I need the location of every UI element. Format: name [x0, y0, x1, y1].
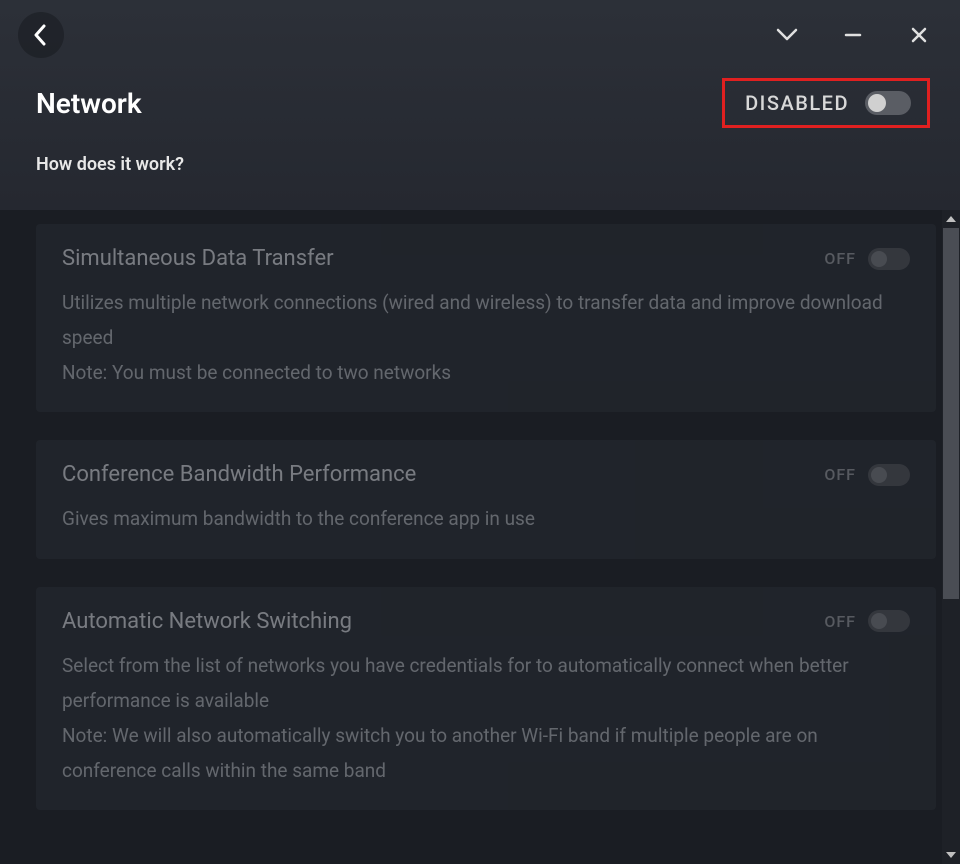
help-link[interactable]: How does it work?: [0, 136, 960, 193]
card-description: Select from the list of networks you hav…: [62, 648, 910, 789]
close-icon: [910, 26, 928, 44]
master-toggle-highlight: DISABLED: [722, 78, 930, 128]
triangle-down-icon: [946, 852, 956, 858]
scroll-track[interactable]: [942, 228, 960, 846]
toggle-automatic-network-switching[interactable]: [868, 610, 910, 632]
topbar: [0, 0, 960, 70]
card-description: Utilizes multiple network connections (w…: [62, 285, 910, 390]
minimize-button[interactable]: [842, 24, 864, 46]
title-row: Network DISABLED: [0, 70, 960, 136]
card-title: Simultaneous Data Transfer: [62, 246, 334, 271]
card-simultaneous-data-transfer: Simultaneous Data Transfer OFF Utilizes …: [36, 224, 936, 412]
card-automatic-network-switching: Automatic Network Switching OFF Select f…: [36, 587, 936, 811]
master-toggle-label: DISABLED: [745, 91, 849, 115]
toggle-knob: [871, 613, 887, 629]
triangle-up-icon: [946, 216, 956, 222]
chevron-left-icon: [32, 24, 50, 46]
master-toggle[interactable]: [865, 91, 911, 115]
toggle-knob: [868, 94, 886, 112]
card-conference-bandwidth: Conference Bandwidth Performance OFF Giv…: [36, 440, 936, 558]
toggle-conference-bandwidth[interactable]: [868, 464, 910, 486]
toggle-wrap: OFF: [824, 248, 910, 270]
scroll-down-button[interactable]: [942, 846, 960, 864]
card-header: Automatic Network Switching OFF: [62, 609, 910, 634]
card-header: Conference Bandwidth Performance OFF: [62, 462, 910, 487]
toggle-knob: [871, 251, 887, 267]
toggle-wrap: OFF: [824, 610, 910, 632]
card-title: Automatic Network Switching: [62, 609, 352, 634]
window-controls: [776, 24, 930, 46]
content-region: Simultaneous Data Transfer OFF Utilizes …: [0, 210, 960, 864]
card-header: Simultaneous Data Transfer OFF: [62, 246, 910, 271]
card-title: Conference Bandwidth Performance: [62, 462, 416, 487]
chevron-down-icon: [776, 28, 798, 42]
toggle-knob: [871, 467, 887, 483]
toggle-wrap: OFF: [824, 464, 910, 486]
back-button[interactable]: [18, 12, 64, 58]
dropdown-button[interactable]: [776, 24, 798, 46]
toggle-label: OFF: [824, 612, 856, 631]
scroll-thumb[interactable]: [943, 228, 959, 599]
toggle-label: OFF: [824, 465, 856, 484]
page-title: Network: [36, 87, 142, 120]
toggle-label: OFF: [824, 249, 856, 268]
vertical-scrollbar[interactable]: [942, 210, 960, 864]
header-region: Network DISABLED How does it work?: [0, 0, 960, 210]
scroll-up-button[interactable]: [942, 210, 960, 228]
card-description: Gives maximum bandwidth to the conferenc…: [62, 501, 910, 536]
minimize-icon: [844, 26, 862, 44]
toggle-simultaneous-data-transfer[interactable]: [868, 248, 910, 270]
close-button[interactable]: [908, 24, 930, 46]
